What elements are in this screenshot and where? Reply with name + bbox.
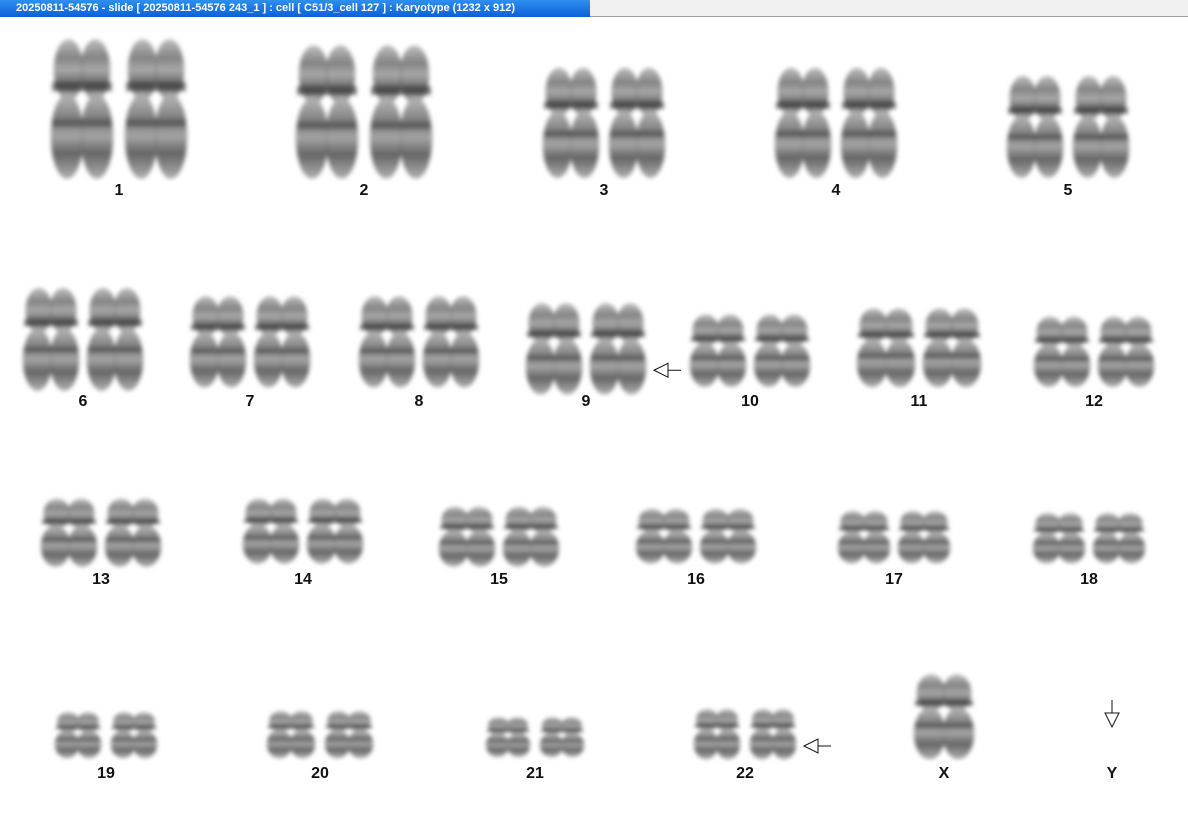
chromosome-pair-15[interactable]: 15 [438, 506, 560, 588]
chromosome-9-b [589, 303, 647, 395]
chromosome-15-a [438, 506, 496, 567]
chromosome-number-label: 18 [1080, 571, 1098, 588]
chromosome-9-a [525, 303, 583, 395]
chromosome-pair-y[interactable]: Y [1104, 700, 1120, 782]
chromosome-number-label: 1 [115, 182, 124, 199]
chromosome-21-b [539, 717, 585, 758]
chromosome-pair-9[interactable]: 9 [525, 303, 681, 410]
chromosome-number-label: 15 [490, 571, 508, 588]
chromosome-number-label: 16 [687, 571, 705, 588]
annotation-arrow-left-icon [652, 362, 681, 379]
karyotype-canvas: 1 2 3 4 56 7 8 9 10 11 1213 14 15 16 17 1819 20 21 22 X Y [22, 39, 1155, 782]
chromosome-22-a [693, 708, 741, 760]
chromosome-20-a [266, 711, 316, 759]
chromosome-13-a [40, 498, 98, 567]
chromosome-pair-4[interactable]: 4 [774, 67, 898, 199]
chromosome-12-b [1097, 316, 1155, 387]
chromosome-19-a [54, 712, 102, 759]
chromosome-number-label: 9 [582, 393, 591, 410]
chromosome-pair-10[interactable]: 10 [689, 314, 811, 410]
chromosome-6-a [22, 287, 80, 391]
chromosome-11-b [922, 308, 982, 388]
chromosome-5-b [1072, 75, 1130, 178]
chromosome-number-label: 20 [311, 765, 329, 782]
chromosome-number-label: 5 [1064, 182, 1073, 199]
chromosome-pair-14[interactable]: 14 [242, 498, 364, 588]
chromosome-pair-2[interactable]: 2 [295, 45, 433, 199]
annotation-arrow-down-icon [1104, 700, 1120, 729]
chromosome-number-label: 17 [885, 571, 903, 588]
chromosome-8-b [422, 296, 480, 388]
chromosome-number-label: 3 [600, 182, 609, 199]
chromosome-pair-18[interactable]: 18 [1032, 512, 1146, 588]
chromosome-13-b [104, 498, 162, 567]
chromosome-20-b [324, 711, 374, 759]
chromosome-3-a [542, 67, 600, 179]
chromosome-16-a [635, 508, 693, 564]
chromosome-number-label: 4 [832, 182, 841, 199]
chromosome-17-a [837, 510, 891, 564]
chromosome-3-b [608, 67, 666, 179]
annotation-arrow-left-icon [802, 738, 831, 754]
chromosome-4-b [840, 67, 898, 179]
chromosome-number-label: 22 [736, 765, 754, 782]
chromosome-21-a [485, 717, 531, 758]
chromosome-pair-12[interactable]: 12 [1033, 316, 1155, 410]
chromosome-pair-21[interactable]: 21 [485, 717, 585, 782]
chromosome-number-label: 8 [415, 393, 424, 410]
chromosome-7-a [189, 296, 247, 388]
chromosome-11-a [856, 308, 916, 388]
chromosome-number-label: 6 [79, 393, 88, 410]
chromosome-number-label: X [939, 765, 950, 782]
chromosome-pair-13[interactable]: 13 [40, 498, 162, 588]
chromosome-number-label: 11 [911, 393, 928, 410]
chromosome-19-b [110, 712, 158, 759]
chromosome-number-label: 21 [526, 765, 544, 782]
chromosome-12-a [1033, 316, 1091, 387]
chromosome-pair-20[interactable]: 20 [266, 711, 374, 782]
chromosome-pair-16[interactable]: 16 [635, 508, 757, 588]
chromosome-2-a [295, 45, 359, 179]
chromosome-10-a [689, 314, 747, 388]
chromosome-18-b [1092, 512, 1146, 564]
chromosome-pair-x[interactable]: X [913, 674, 975, 782]
chromosome-15-b [502, 506, 560, 567]
chromosome-number-label: 19 [97, 765, 115, 782]
chromosome-7-b [253, 296, 311, 388]
chromosome-number-label: 13 [92, 571, 110, 588]
chromosome-pair-19[interactable]: 19 [54, 712, 158, 782]
chromosome-14-b [306, 498, 364, 564]
chromosome-6-b [86, 287, 144, 391]
chromosome-14-a [242, 498, 300, 564]
chromosome-x-a [913, 674, 975, 760]
chromosome-5-a [1006, 75, 1064, 178]
chromosome-pair-11[interactable]: 11 [856, 308, 982, 410]
chromosome-18-a [1032, 512, 1086, 564]
chromosome-number-label: 12 [1085, 393, 1103, 410]
chromosome-number-label: 2 [360, 182, 369, 199]
chromosome-8-a [358, 296, 416, 388]
chromosome-pair-5[interactable]: 5 [1006, 75, 1130, 199]
chromosome-pair-22[interactable]: 22 [693, 708, 831, 782]
chromosome-16-b [699, 508, 757, 564]
chromosome-number-label: 7 [246, 393, 255, 410]
chromosome-number-label: Y [1107, 765, 1118, 782]
chromosome-pair-1[interactable]: 1 [50, 39, 188, 199]
chromosome-pair-17[interactable]: 17 [837, 510, 951, 588]
chromosome-1-a [50, 39, 114, 179]
chromosome-number-label: 14 [294, 571, 312, 588]
chromosome-number-label: 10 [741, 393, 759, 410]
chromosome-4-a [774, 67, 832, 179]
chromosome-10-b [753, 314, 811, 388]
chromosome-pair-3[interactable]: 3 [542, 67, 666, 199]
chromosome-1-b [124, 39, 188, 179]
chromosome-pair-6[interactable]: 6 [22, 287, 144, 410]
chromosome-22-b [749, 708, 797, 760]
chromosome-2-b [369, 45, 433, 179]
chromosome-pair-7[interactable]: 7 [189, 296, 311, 410]
chromosome-pair-8[interactable]: 8 [358, 296, 480, 410]
chromosome-17-b [897, 510, 951, 564]
